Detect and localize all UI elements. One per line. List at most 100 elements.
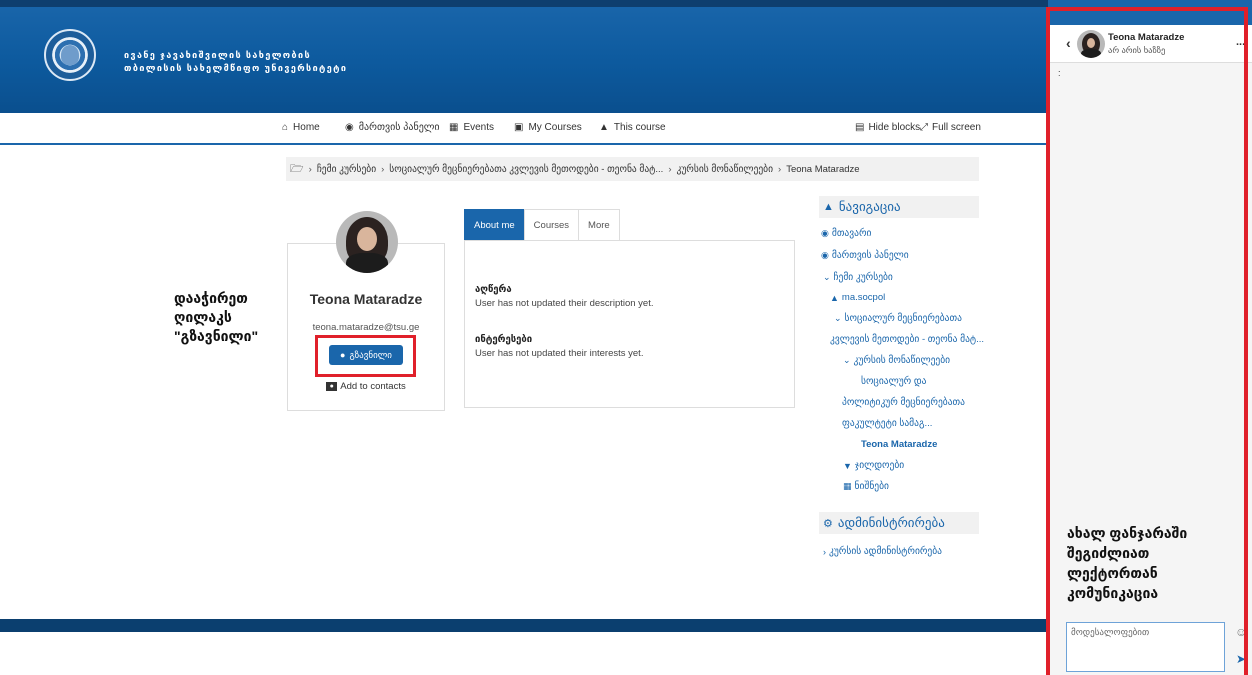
breadcrumb-separator: ›: [668, 163, 672, 175]
sitemap-icon: ▲: [823, 201, 834, 213]
hide-blocks-button[interactable]: ▤ Hide blocks: [855, 122, 920, 133]
nav-tree-participants[interactable]: ⌄ კურსის მონაწილეები: [843, 355, 950, 366]
nav-tree-course-short[interactable]: ▲ ma.socpol: [830, 292, 885, 303]
instruction-annotation-right: ახალ ფანჯარაში შეგიძლიათ ლექტორთან კომუნ…: [1067, 525, 1188, 601]
university-name-line2: თბილისის სახელმწიფო უნივერსიტეტი: [124, 63, 348, 73]
nav-events[interactable]: ▦ Events: [449, 122, 494, 133]
drawer-contact-status: არ არის ხაზზე: [1108, 45, 1166, 55]
university-name-line1: ივანე ჯავახიშვილის სახელობის: [124, 50, 311, 60]
nav-tree-participants-label: კურსის მონაწილეები: [853, 355, 951, 366]
highlight-box-message-button: [315, 335, 416, 377]
nav-tree-faculty-label-3: ფაკულტეტი სამაგ...: [842, 418, 933, 429]
nav-tree-course-full-label-1: სოციალურ მეცნიერებათა: [844, 313, 962, 324]
emoji-icon[interactable]: ☺: [1235, 625, 1247, 639]
university-logo-icon[interactable]: [44, 29, 96, 81]
nav-tree-course-full-2[interactable]: კვლევის მეთოდები - თეონა მატ...: [830, 334, 984, 345]
chevron-down-icon: ⌄: [823, 272, 831, 282]
dashboard-icon: ◉: [345, 122, 354, 133]
breadcrumb-current-user: Teona Mataradze: [786, 163, 860, 175]
more-options-icon[interactable]: ...: [1236, 36, 1245, 48]
nav-tree-my-courses[interactable]: ⌄ ჩემი კურსები: [823, 272, 893, 283]
drawer-contact-name[interactable]: Teona Mataradze: [1108, 32, 1184, 43]
drawer-topbar: [1048, 0, 1252, 25]
breadcrumb-my-courses[interactable]: ჩემი კურსები: [317, 164, 376, 175]
description-label: აღწერა: [475, 284, 512, 295]
nav-tree-grades-label: ნიშნები: [854, 481, 889, 492]
tab-courses[interactable]: Courses: [523, 209, 580, 240]
nav-tree-my-courses-label: ჩემი კურსები: [833, 272, 893, 283]
footer-bar: [0, 619, 1048, 632]
expand-icon: ⤢: [920, 122, 928, 133]
administration-block-title: ადმინისტრირება: [837, 515, 945, 530]
drawer-edge-marker: :: [1058, 68, 1061, 78]
interests-value: User has not updated their interests yet…: [475, 348, 644, 359]
about-me-panel: [464, 240, 795, 408]
add-to-contacts-link[interactable]: ● Add to contacts: [287, 381, 445, 392]
nav-tree-grades[interactable]: ▦ ნიშნები: [843, 481, 889, 492]
nav-tree-dashboard[interactable]: ◉ მართვის პანელი: [821, 250, 909, 261]
navigation-block-header[interactable]: ▲ ნავიგაცია: [819, 196, 979, 218]
nav-tree-course-short-label: ma.socpol: [841, 292, 886, 303]
nav-tree-faculty-2[interactable]: პოლიტიკურ მეცნიერებათა: [842, 397, 965, 408]
nav-tree-current-user[interactable]: Teona Mataradze: [861, 439, 937, 450]
cogs-icon: ⚙: [823, 517, 833, 530]
nav-tree-badges[interactable]: ▼ ჯილდოები: [843, 460, 904, 471]
graduation-cap-icon: ▲: [830, 292, 839, 303]
nav-tree-faculty-1[interactable]: სოციალურ და: [861, 376, 926, 387]
nav-dashboard[interactable]: ◉ მართვის პანელი: [345, 122, 440, 133]
nav-dashboard-label: მართვის პანელი: [358, 122, 440, 133]
nav-tree-home[interactable]: ◉ მთავარი: [821, 228, 871, 239]
nav-tree-faculty-label-1: სოციალურ და: [861, 376, 927, 387]
breadcrumb-participants[interactable]: კურსის მონაწილეები: [677, 164, 774, 175]
sitemap-icon: ▲: [599, 122, 609, 133]
chevron-down-icon: ⌄: [834, 313, 842, 323]
full-screen-button[interactable]: ⤢ Full screen: [920, 122, 981, 133]
message-input[interactable]: [1066, 622, 1225, 672]
columns-icon: ▤: [855, 122, 865, 133]
breadcrumb: 🗁 › ჩემი კურსები › სოციალურ მეცნიერებათა…: [286, 157, 979, 181]
nav-tree-dashboard-label: მართვის პანელი: [831, 250, 909, 261]
nav-tree-home-label: მთავარი: [831, 228, 872, 239]
shield-icon: ▼: [843, 460, 852, 471]
hide-blocks-label: Hide blocks: [868, 122, 921, 133]
back-chevron-icon[interactable]: ‹: [1066, 35, 1071, 51]
nav-my-courses-label: My Courses: [528, 122, 582, 133]
nav-tree-current-user-label: Teona Mataradze: [861, 439, 938, 450]
breadcrumb-separator: ›: [308, 163, 312, 175]
tab-about-me[interactable]: About me: [464, 209, 525, 240]
course-administration-item[interactable]: › კურსის ადმინისტრირება: [823, 546, 942, 557]
drawer-avatar[interactable]: [1077, 30, 1105, 58]
nav-tree-faculty-3[interactable]: ფაკულტეტი სამაგ...: [842, 418, 932, 429]
header-topline: [0, 0, 1048, 7]
nav-home[interactable]: ⌂ Home: [282, 122, 320, 133]
course-administration-label: კურსის ადმინისტრირება: [829, 546, 942, 557]
university-name[interactable]: ივანე ჯავახიშვილის სახელობის თბილისის სა…: [124, 49, 347, 75]
profile-email[interactable]: teona.mataradze@tsu.ge: [287, 322, 445, 333]
nav-tree-faculty-label-2: პოლიტიკურ მეცნიერებათა: [842, 397, 965, 408]
description-value: User has not updated their description y…: [475, 298, 654, 309]
home-icon: ⌂: [282, 122, 289, 133]
dashboard-icon: ◉: [821, 250, 829, 260]
send-icon[interactable]: ➤: [1236, 652, 1246, 666]
breadcrumb-separator: ›: [381, 163, 385, 175]
calendar-icon: ▦: [449, 122, 459, 133]
breadcrumb-course[interactable]: სოციალურ მეცნიერებათა კვლევის მეთოდები -…: [389, 164, 663, 175]
profile-avatar: [336, 211, 398, 273]
nav-tree-course-full[interactable]: ⌄ სოციალურ მეცნიერებათა: [834, 313, 962, 324]
profile-name: Teona Mataradze: [309, 291, 423, 307]
profile-tabs: About me Courses More: [464, 209, 620, 240]
add-to-contacts-label: Add to contacts: [340, 381, 406, 392]
instruction-annotation-left: დააჭირეთ ღილაკს "გზავნილი": [174, 290, 259, 344]
breadcrumb-separator: ›: [778, 163, 782, 175]
folder-icon: 🗁: [290, 162, 304, 175]
administration-block-header[interactable]: ⚙ ადმინისტრირება: [819, 512, 979, 534]
nav-my-courses[interactable]: ▣ My Courses: [514, 122, 582, 133]
full-screen-label: Full screen: [932, 122, 981, 133]
nav-this-course[interactable]: ▲ This course: [599, 122, 666, 133]
chevron-right-icon: ›: [823, 546, 826, 557]
briefcase-icon: ▣: [514, 122, 524, 133]
tab-more[interactable]: More: [578, 209, 620, 240]
address-card-icon: ●: [326, 382, 338, 391]
nav-tree-badges-label: ჯილდოები: [854, 460, 905, 471]
navigation-block-title: ნავიგაცია: [838, 199, 901, 214]
